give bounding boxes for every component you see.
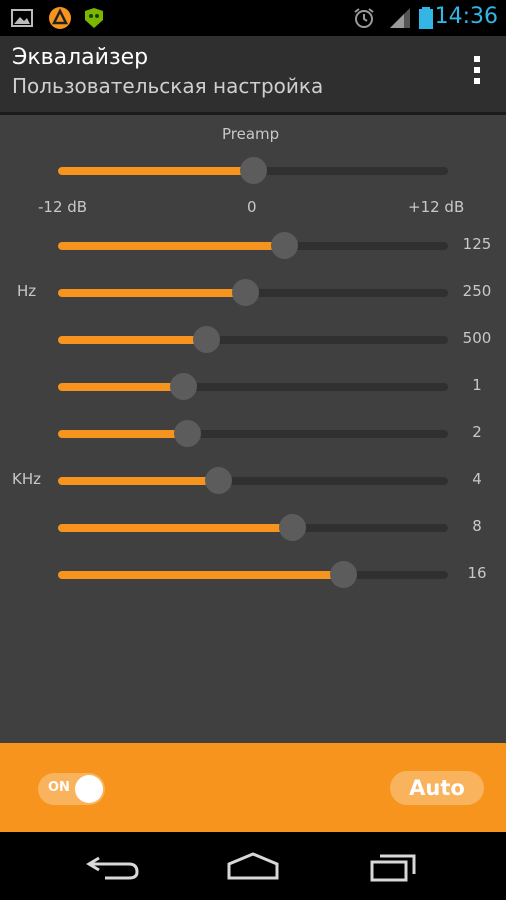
band-slider-thumb[interactable] [193,326,220,353]
recent-apps-icon[interactable] [366,850,422,884]
band-slider-fill [58,571,343,579]
band-slider-thumb[interactable] [170,373,197,400]
preamp-slider[interactable] [58,157,448,184]
band-slider[interactable] [58,420,448,447]
band-slider-fill [58,336,206,344]
band-slider-thumb[interactable] [205,467,232,494]
band-frequency-label: 1 [472,376,482,394]
band-frequency-label: 2 [472,423,482,441]
home-icon[interactable] [225,850,281,884]
preamp-slider-fill [58,167,253,175]
auto-button[interactable]: Auto [390,771,484,805]
preamp-label: Preamp [222,125,280,143]
scale-max-label: +12 dB [408,198,465,216]
band-frequency-label: 8 [472,517,482,535]
toggle-label: ON [48,780,70,795]
band-slider-fill [58,242,284,250]
equalizer-toggle[interactable]: ON [38,773,105,805]
band-slider[interactable] [58,232,448,259]
alarm-icon [354,8,374,28]
band-frequency-label: 500 [462,329,492,347]
band-slider-thumb[interactable] [271,232,298,259]
band-slider-thumb[interactable] [232,279,259,306]
aimp-icon [49,7,71,29]
band-slider-fill [58,524,292,532]
band-frequency-label: 250 [462,282,492,300]
bottom-bar: ON Auto [0,743,506,832]
toggle-knob [75,775,103,803]
gallery-icon [11,9,33,27]
band-slider[interactable] [58,279,448,306]
equalizer-panel: Preamp -12 dB 0 +12 dB Hz KHz 125 250 500 1… [0,115,506,743]
band-slider-thumb[interactable] [279,514,306,541]
signal-icon [390,8,410,28]
band-slider[interactable] [58,467,448,494]
hz-group-label: Hz [17,282,37,300]
page-title: Эквалайзер [12,45,149,70]
band-slider-fill [58,289,245,297]
scale-min-label: -12 dB [38,198,88,216]
band-slider[interactable] [58,326,448,353]
scale-mid-label: 0 [247,198,257,216]
band-frequency-label: 16 [467,564,487,582]
band-slider-fill [58,430,187,438]
band-slider-thumb[interactable] [174,420,201,447]
status-bar: 14:36 [0,0,506,36]
band-slider-fill [58,383,183,391]
band-frequency-label: 125 [462,235,492,253]
android-game-icon [85,8,103,28]
preset-subtitle[interactable]: Пользовательская настройка [12,74,323,98]
band-slider[interactable] [58,561,448,588]
action-bar: Эквалайзер Пользовательская настройка [0,36,506,112]
navigation-bar [0,832,506,900]
band-slider-thumb[interactable] [330,561,357,588]
band-slider-fill [58,477,218,485]
preamp-slider-thumb[interactable] [240,157,267,184]
clock: 14:36 [434,4,498,29]
back-icon[interactable] [85,850,141,884]
band-slider[interactable] [58,373,448,400]
khz-group-label: KHz [12,470,41,488]
overflow-menu-icon[interactable] [472,56,482,92]
band-slider[interactable] [58,514,448,541]
band-frequency-label: 4 [472,470,482,488]
